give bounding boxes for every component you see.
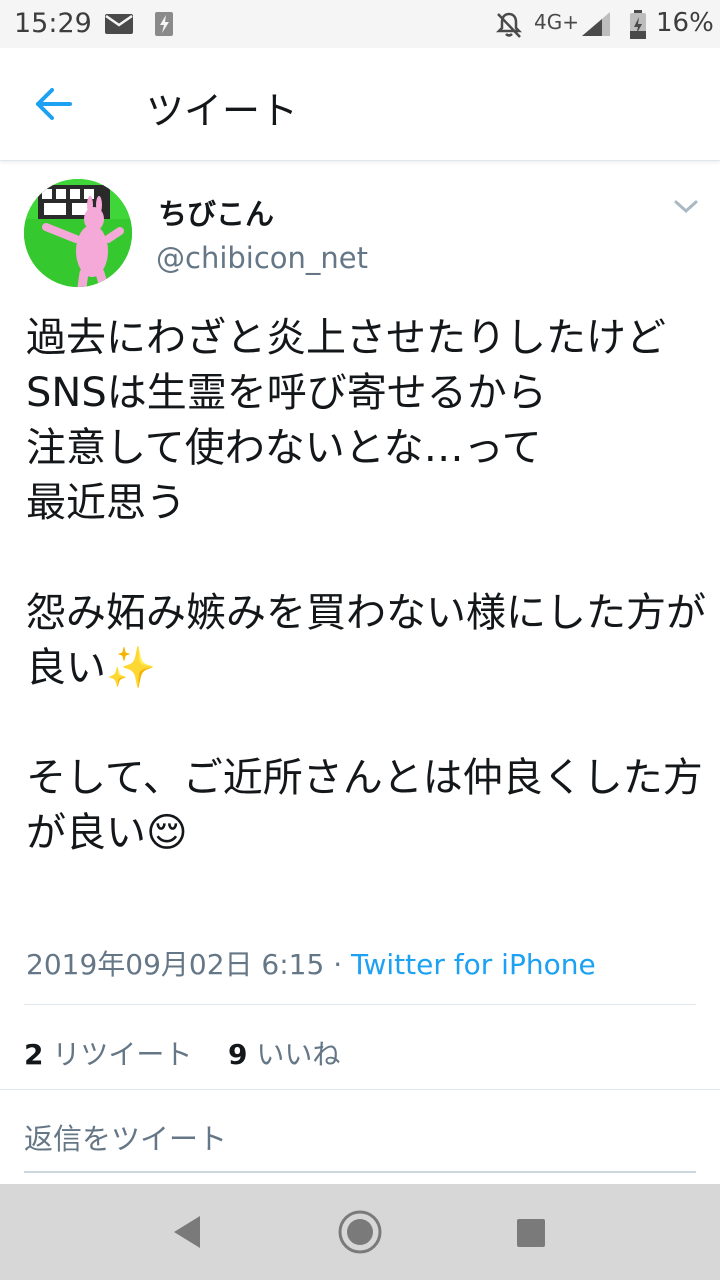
flash-icon [152,10,178,45]
like-count: 9 [228,1038,248,1071]
status-time: 15:29 [14,8,92,39]
mail-icon [104,12,134,43]
system-nav-bar [0,1184,720,1280]
nav-home-icon[interactable] [336,1208,384,1260]
signal-icon [580,10,614,45]
likes-stat[interactable]: 9 いいね [228,1038,340,1071]
divider [24,1004,696,1005]
retweets-stat[interactable]: 2 リツイート [24,1038,192,1071]
tweet-source-link[interactable]: Twitter for iPhone [351,948,596,981]
tweet-timestamp: 2019年09月02日 6:15 [26,948,325,981]
author-handle[interactable]: @chibicon_net [156,241,368,275]
avatar[interactable] [24,179,132,287]
tweet-stats: 2 リツイート 9 いいね [24,1033,340,1073]
status-bar: 15:29 4G+ 16% [0,0,720,48]
battery-icon [628,9,648,48]
nav-recents-icon[interactable] [516,1218,546,1252]
meta-separator: · [333,948,343,981]
mute-icon [494,10,524,47]
app-bar: ツイート [0,48,720,161]
chevron-down-icon[interactable] [672,197,700,217]
tweet-text: 過去にわざと炎上させたりしたけど SNSは生霊を呼び寄せるから 注意して使わない… [26,315,706,856]
network-type: 4G+ [534,10,579,34]
retweet-label: リツイート [52,1038,193,1071]
tweet-meta: 2019年09月02日 6:15 · Twitter for iPhone [26,943,596,983]
reply-underline [24,1171,696,1173]
reply-input[interactable]: 返信をツイート [24,1116,696,1172]
retweet-count: 2 [24,1038,44,1071]
author-display-name[interactable]: ちびこん [158,191,274,233]
like-label: いいね [256,1038,341,1071]
arrow-left-icon[interactable] [30,82,80,126]
battery-percent: 16% [656,8,714,38]
divider [0,1089,720,1090]
nav-back-icon[interactable] [170,1214,204,1254]
page-title: ツイート [146,89,299,133]
